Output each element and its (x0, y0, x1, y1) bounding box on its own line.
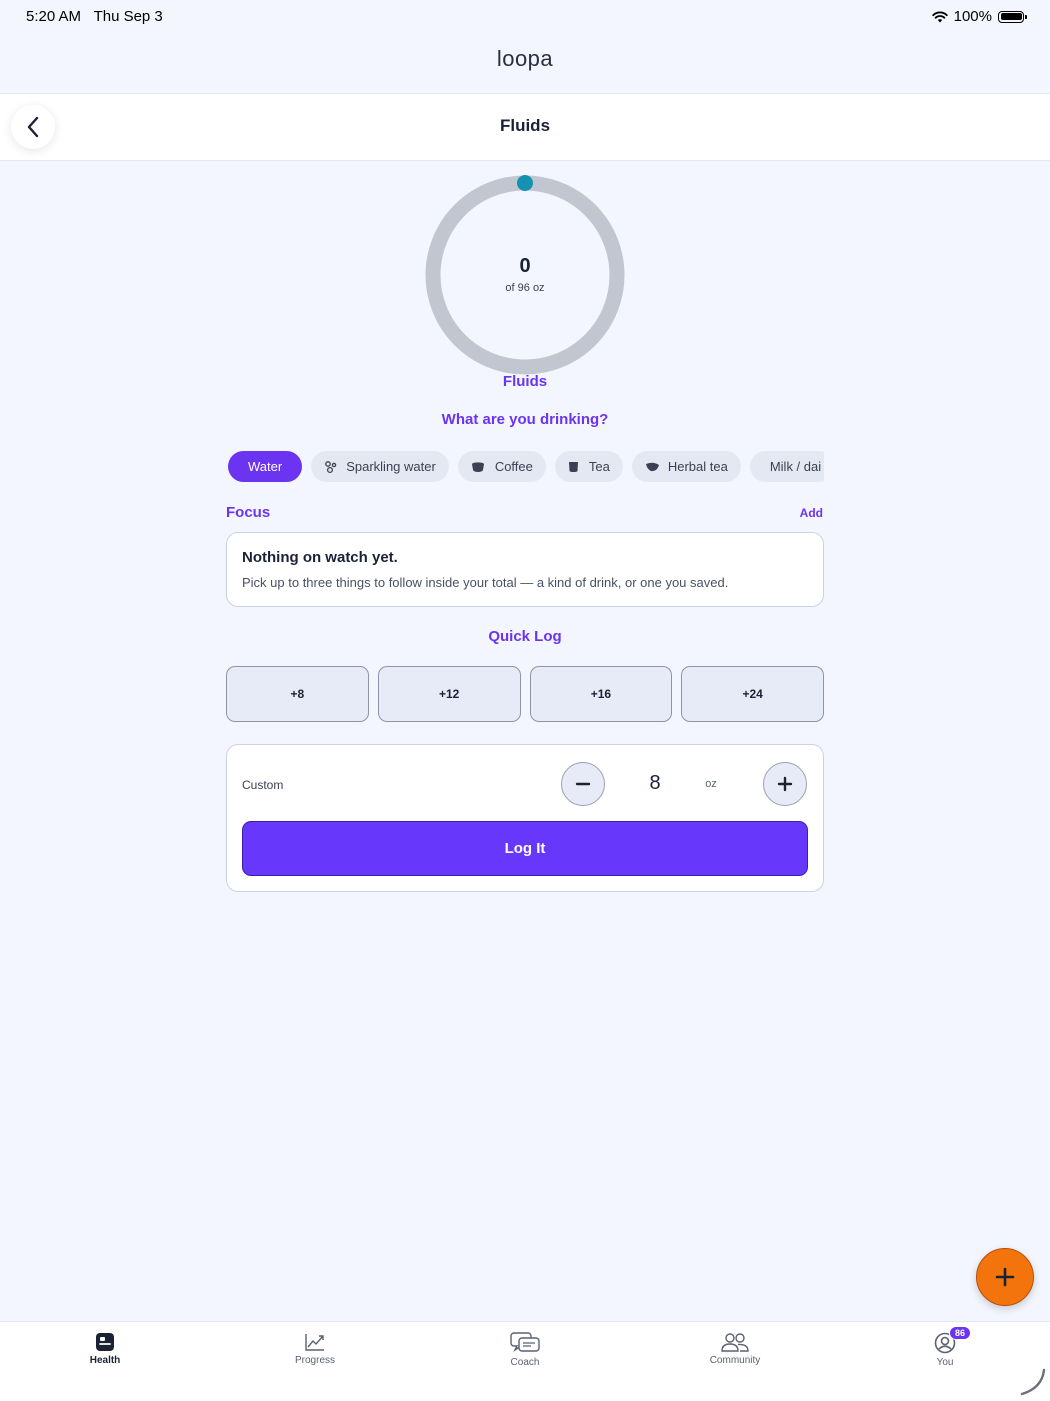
corner-handle-icon (1020, 1368, 1046, 1396)
tab-label: You (936, 1357, 954, 1368)
notification-badge: 86 (949, 1326, 972, 1340)
minus-icon (575, 782, 591, 786)
add-fab-button[interactable] (976, 1248, 1034, 1306)
custom-label: Custom (242, 778, 284, 792)
chat-icon (510, 1332, 540, 1353)
tab-coach[interactable]: Coach (465, 1332, 585, 1368)
leaf-icon (645, 462, 659, 471)
tab-label: Health (89, 1355, 121, 1366)
tab-label: Progress (294, 1355, 335, 1366)
health-icon (96, 1333, 114, 1351)
tab-label: Community (709, 1355, 761, 1366)
page-title: Fluids (499, 116, 551, 135)
decrement-button[interactable] (561, 762, 605, 806)
battery-percent: 100% (953, 8, 992, 25)
people-icon (721, 1333, 749, 1352)
tab-you[interactable]: 86 You (885, 1326, 1005, 1368)
mug-icon (568, 462, 578, 472)
bubbles-icon (325, 460, 337, 473)
quick-log-button[interactable]: +16 (529, 666, 673, 722)
chip-label: Tea (588, 459, 610, 474)
chip-tea[interactable]: Tea (554, 451, 623, 482)
quick-log-button[interactable]: +8 (226, 666, 369, 722)
chip-coffee[interactable]: Coffee (457, 451, 546, 482)
ring-value: 0 (519, 255, 531, 277)
chip-label: Herbal tea (667, 459, 728, 474)
focus-add-link[interactable]: Add (800, 506, 823, 520)
plus-icon (777, 776, 793, 792)
drink-type-chips: Water Sparkling water Coffee Tea Herbal … (228, 451, 824, 483)
tab-health[interactable]: Health (45, 1332, 165, 1366)
ring-goal: of 96 oz (505, 282, 545, 294)
increment-button[interactable] (763, 762, 807, 806)
chip-label: Sparkling water (346, 459, 436, 474)
quick-log-button[interactable]: +24 (681, 666, 824, 722)
custom-amount-card: Custom 8 oz Log It (226, 744, 824, 892)
drink-prompt: What are you drinking? (441, 411, 609, 428)
chip-water[interactable]: Water (228, 451, 303, 482)
chip-milk[interactable]: Milk / dai (749, 451, 824, 482)
chart-icon (305, 1334, 324, 1351)
bottom-tab-bar: Health Progress Coach Community 86 You (0, 1321, 1050, 1401)
tab-label: Coach (510, 1357, 540, 1368)
focus-empty-card: Nothing on watch yet. Pick up to three t… (226, 532, 824, 607)
chip-herbal-tea[interactable]: Herbal tea (631, 451, 741, 482)
status-indicators: 100% (931, 8, 1027, 25)
log-it-button[interactable]: Log It (242, 821, 808, 876)
custom-unit: oz (705, 778, 717, 790)
progress-dot (517, 175, 533, 191)
quick-log-buttons: +8 +12 +16 +24 (226, 666, 824, 722)
chip-label: Water (248, 459, 283, 474)
status-time: 5:20 AM Thu Sep 3 (26, 8, 163, 25)
coffee-icon (471, 461, 484, 472)
focus-heading: Focus (226, 504, 271, 521)
tab-progress[interactable]: Progress (255, 1332, 375, 1366)
plus-icon (995, 1267, 1015, 1287)
chip-label: Coffee (494, 459, 533, 474)
focus-empty-body: Pick up to three things to follow inside… (242, 575, 729, 590)
quick-log-button[interactable]: +12 (377, 666, 521, 722)
focus-empty-title: Nothing on watch yet. (242, 549, 398, 566)
battery-icon (998, 10, 1027, 23)
app-logo: loopa (496, 46, 554, 71)
quick-log-heading: Quick Log (488, 628, 562, 645)
chip-sparkling-water[interactable]: Sparkling water (311, 451, 449, 482)
chip-label: Milk / dai (769, 459, 822, 474)
custom-amount-value[interactable]: 8 (627, 772, 683, 795)
tab-community[interactable]: Community (675, 1332, 795, 1366)
page-header: Fluids (0, 93, 1050, 161)
ring-label: Fluids (502, 373, 548, 390)
wifi-icon (931, 11, 948, 22)
